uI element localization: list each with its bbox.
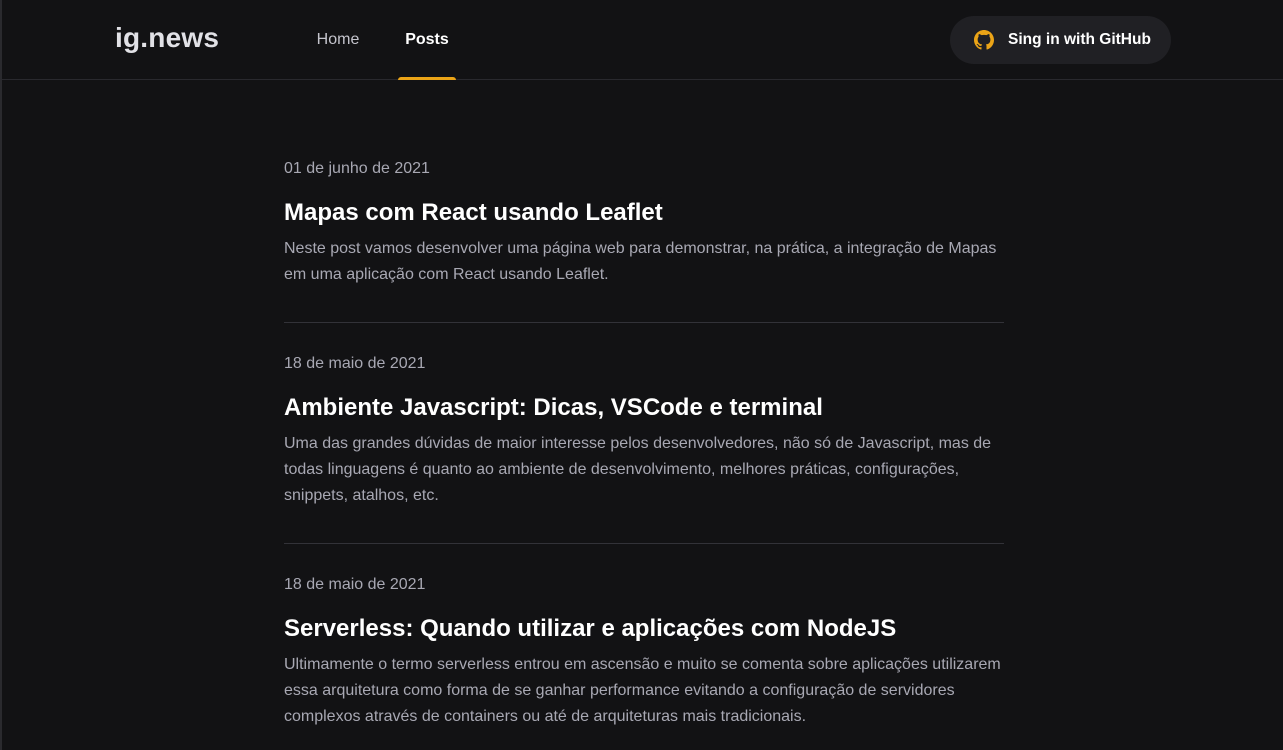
post-item[interactable]: 01 de junho de 2021 Mapas com React usan…: [284, 80, 1004, 323]
logo: ig.news: [115, 22, 220, 53]
post-excerpt: Neste post vamos desenvolver uma página …: [284, 240, 997, 283]
post-excerpt: Ultimamente o termo serverless entrou em…: [284, 656, 1001, 725]
top-header: ig.news Home Posts Sing in with GitHub: [2, 0, 1283, 80]
post-title[interactable]: Mapas com React usando Leaflet: [284, 198, 1004, 228]
post-title[interactable]: Ambiente Javascript: Dicas, VSCode e ter…: [284, 393, 1004, 423]
post-date: 01 de junho de 2021: [284, 160, 430, 177]
post-item[interactable]: 18 de maio de 2021 Ambiente Javascript: …: [284, 323, 1004, 544]
posts-list: 01 de junho de 2021 Mapas com React usan…: [284, 80, 1004, 750]
github-signin-button[interactable]: Sing in with GitHub: [950, 16, 1171, 64]
post-date: 18 de maio de 2021: [284, 576, 426, 593]
github-icon: [974, 30, 994, 50]
post-excerpt: Uma das grandes dúvidas de maior interes…: [284, 435, 992, 504]
app-window: ig.news Home Posts Sing in with GitHub 0…: [0, 0, 1283, 750]
post-item[interactable]: 18 de maio de 2021 Serverless: Quando ut…: [284, 544, 1004, 750]
post-title[interactable]: Serverless: Quando utilizar e aplicações…: [284, 614, 1004, 644]
nav-link-posts[interactable]: Posts: [398, 0, 456, 80]
main-nav: Home Posts: [298, 0, 456, 80]
nav-link-home[interactable]: Home: [298, 0, 378, 80]
github-signin-label: Sing in with GitHub: [1008, 31, 1151, 48]
post-date: 18 de maio de 2021: [284, 355, 426, 372]
